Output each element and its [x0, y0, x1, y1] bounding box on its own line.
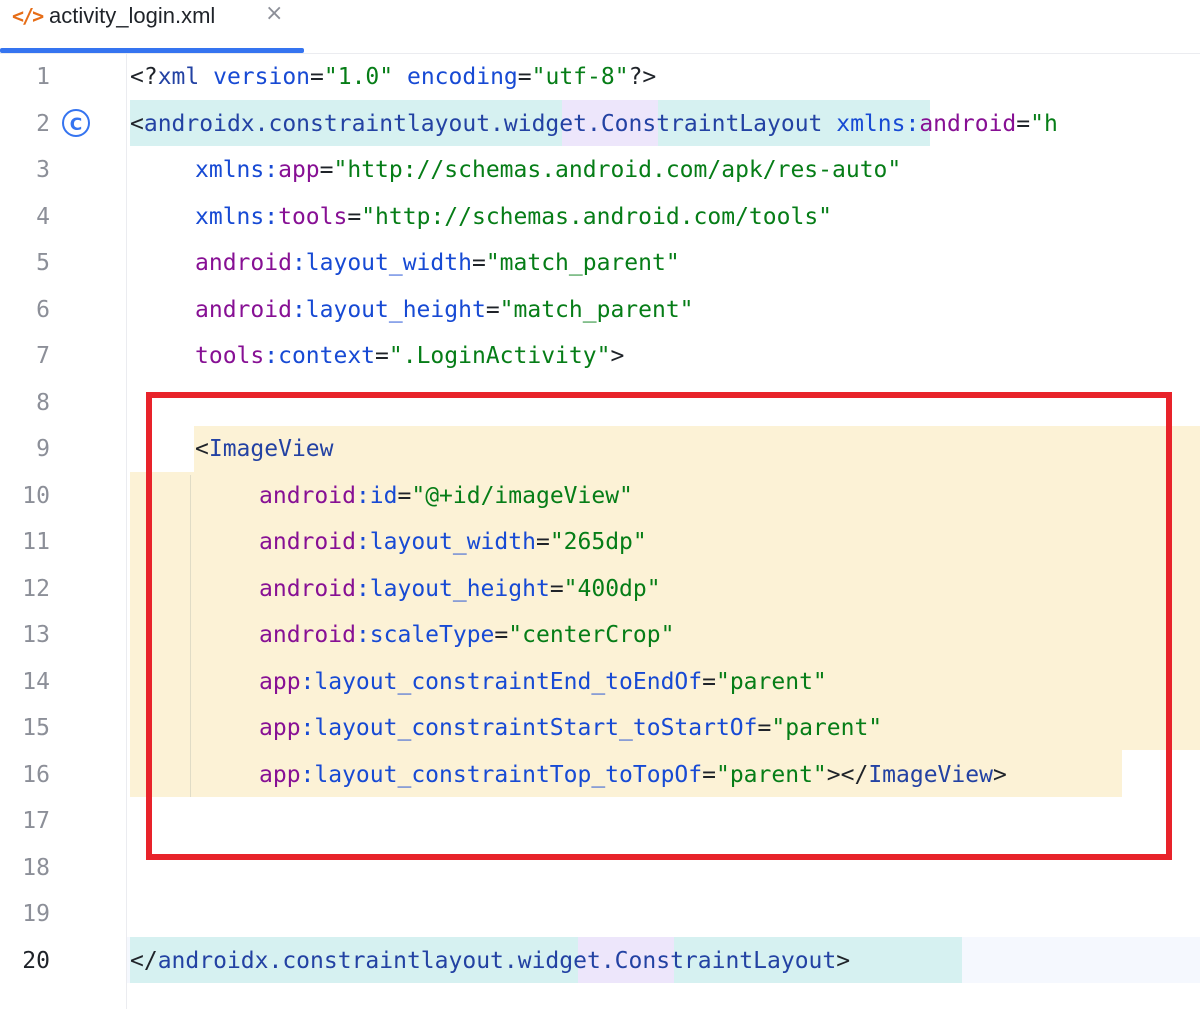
tab-activity-login-xml[interactable]: </> activity_login.xml ×	[0, 0, 304, 53]
tab-title: activity_login.xml	[49, 3, 216, 28]
code-token: :layout_height	[291, 297, 486, 323]
code-token: "http://schemas.android.com/tools"	[361, 204, 833, 230]
code-token: =	[471, 250, 486, 276]
line-number: 3	[36, 157, 50, 183]
line-number-current: 20	[22, 948, 50, 974]
code-token: xmlns:	[195, 157, 279, 183]
line-number: 2	[36, 111, 50, 137]
line-number: 18	[22, 855, 50, 881]
code-token: xmlns:	[822, 111, 920, 137]
line-number: 7	[36, 343, 50, 369]
code-line-20[interactable]: </androidx.constraintlayout.widget.Const…	[130, 938, 850, 984]
line-number: 17	[22, 808, 50, 834]
editor-tab-bar: </> activity_login.xml ×	[0, 0, 1200, 54]
class-gutter-icon[interactable]: C	[62, 109, 90, 137]
code-line-1[interactable]: <?xml version="1.0" encoding="utf-8"?>	[130, 54, 656, 100]
code-token: android	[195, 250, 292, 276]
code-token: "1.0"	[323, 64, 394, 90]
code-line-7[interactable]: tools:context=".LoginActivity">	[195, 333, 624, 379]
code-token: .ConstraintLayout	[586, 111, 823, 137]
active-tab-indicator	[0, 48, 304, 53]
code-token: "h	[1030, 111, 1058, 137]
code-token: ?>	[628, 64, 657, 90]
code-token: tools	[195, 343, 265, 369]
code-token: "match_parent"	[485, 250, 680, 276]
code-token: </	[130, 948, 158, 974]
code-token: tools	[278, 204, 348, 230]
code-token: =	[375, 343, 389, 369]
code-token: widget	[503, 111, 587, 137]
code-token: =	[485, 297, 500, 323]
code-token: androidx.constraintlayout.	[157, 948, 518, 974]
code-token: =	[517, 64, 532, 90]
line-number: 11	[22, 529, 50, 555]
line-number: 12	[22, 576, 50, 602]
line-number: 19	[22, 901, 50, 927]
code-token: app	[278, 157, 320, 183]
line-number: 14	[22, 669, 50, 695]
code-token: android	[195, 297, 292, 323]
code-line-3[interactable]: xmlns:app="http://schemas.android.com/ap…	[195, 147, 901, 193]
line-number: 6	[36, 297, 50, 323]
line-number: 8	[36, 390, 50, 416]
line-number: 1	[36, 64, 50, 90]
code-line-6[interactable]: android:layout_height="match_parent"	[195, 287, 694, 333]
line-number: 15	[22, 715, 50, 741]
annotation-red-box	[146, 392, 1172, 860]
xml-file-icon: </>	[12, 4, 44, 28]
close-icon[interactable]: ×	[265, 1, 283, 26]
code-token: android	[919, 111, 1017, 137]
code-token: =	[319, 157, 334, 183]
line-number: 5	[36, 250, 50, 276]
code-line-5[interactable]: android:layout_width="match_parent"	[195, 240, 680, 286]
code-token: <	[130, 111, 144, 137]
code-line-4[interactable]: xmlns:tools="http://schemas.android.com/…	[195, 194, 832, 240]
code-token: =	[310, 64, 324, 90]
code-token: "match_parent"	[499, 297, 694, 323]
code-token: version	[199, 64, 311, 90]
line-number: 9	[36, 436, 50, 462]
code-token: >	[836, 948, 851, 974]
code-token: ".LoginActivity"	[388, 343, 611, 369]
code-token: "utf-8"	[531, 64, 629, 90]
code-line-2[interactable]: <androidx.constraintlayout.widget.Constr…	[130, 101, 1058, 147]
code-token: =	[347, 204, 362, 230]
code-token: encoding	[393, 64, 518, 90]
line-number: 4	[36, 204, 50, 230]
code-token: :context	[264, 343, 376, 369]
line-number: 16	[22, 762, 50, 788]
code-token: >	[610, 343, 625, 369]
code-token: =	[1016, 111, 1031, 137]
code-token: androidx.constraintlayout.	[143, 111, 504, 137]
code-token: <?	[130, 64, 158, 90]
code-token: xml	[157, 64, 200, 90]
line-number: 10	[22, 483, 50, 509]
line-number: 13	[22, 622, 50, 648]
code-token: :layout_width	[291, 250, 472, 276]
code-token: "http://schemas.android.com/apk/res-auto…	[333, 157, 902, 183]
code-token: widget	[517, 948, 601, 974]
code-token: xmlns:	[195, 204, 279, 230]
code-token: .ConstraintLayout	[600, 948, 837, 974]
